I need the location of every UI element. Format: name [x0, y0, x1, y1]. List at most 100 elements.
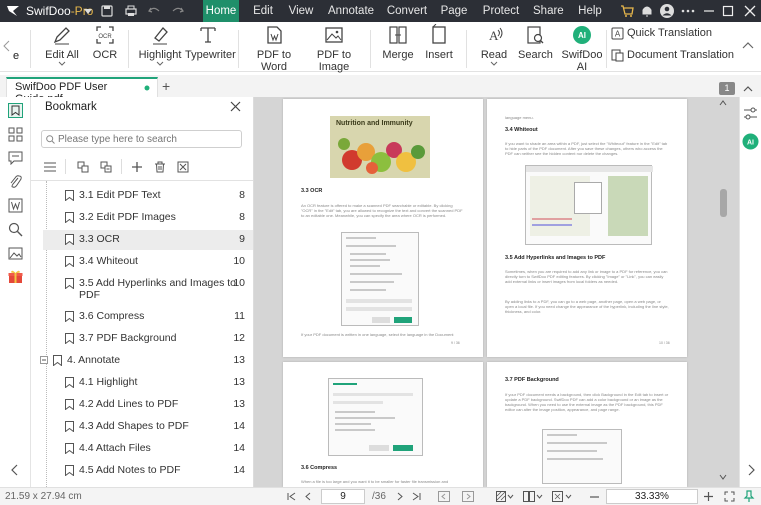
highlight-button[interactable]: Highlight	[138, 24, 182, 69]
scroll-down-icon[interactable]	[719, 474, 727, 480]
collapse-ribbon-icon[interactable]	[741, 40, 755, 50]
fullscreen-icon[interactable]	[724, 491, 735, 502]
more-options-icon[interactable]	[680, 3, 696, 19]
comments-icon[interactable]	[8, 150, 23, 165]
properties-sliders-icon[interactable]	[743, 106, 758, 121]
save-icon[interactable]	[99, 3, 115, 19]
delete-all-bookmarks-icon[interactable]	[177, 161, 189, 173]
search-icon[interactable]	[8, 222, 23, 237]
collapse-all-icon[interactable]	[100, 161, 112, 173]
bookmark-item[interactable]: 3.4 Whiteout 10	[43, 252, 253, 272]
bookmark-item[interactable]: 3.3 OCR 9	[43, 230, 253, 250]
app-menu-dropdown-icon[interactable]	[80, 3, 96, 19]
redo-icon[interactable]	[170, 3, 186, 19]
menu-help[interactable]: Help	[576, 0, 604, 22]
collapse-node-icon[interactable]	[40, 356, 48, 364]
edit-all-button[interactable]: Edit All	[42, 24, 82, 69]
bookmark-item[interactable]: 3.1 Edit PDF Text 8	[43, 186, 253, 206]
swifdoo-ai-button[interactable]: AI SwifDoo AI	[558, 24, 606, 73]
bookmark-search-input[interactable]	[58, 132, 238, 146]
pin-icon[interactable]	[743, 490, 755, 503]
ocr-button[interactable]: OCR OCR	[90, 24, 120, 61]
minimize-icon[interactable]	[701, 3, 717, 19]
delete-bookmark-icon[interactable]	[154, 161, 166, 173]
account-icon[interactable]	[659, 3, 675, 19]
viewer-scrollbar[interactable]	[716, 97, 730, 487]
zoom-in-icon[interactable]	[704, 492, 713, 501]
quick-translation-label: Quick Translation	[627, 27, 712, 39]
first-page-icon[interactable]	[287, 492, 296, 501]
bookmark-panel-icon[interactable]	[8, 103, 23, 118]
bookmark-item[interactable]: 3.2 Edit PDF Images 8	[43, 208, 253, 228]
maximize-icon[interactable]	[720, 3, 736, 19]
pdf-to-word-button[interactable]: PDF to Word	[246, 24, 302, 73]
document-tab[interactable]: SwifDoo PDF User Guide.pdf	[6, 77, 158, 105]
menu-protect[interactable]: Protect	[482, 0, 520, 22]
collapse-panel-icon[interactable]	[10, 464, 20, 476]
zoom-out-icon[interactable]	[590, 496, 599, 498]
chevron-up-icon[interactable]	[742, 84, 754, 93]
menu-share[interactable]: Share	[533, 0, 564, 22]
gift-icon[interactable]	[8, 269, 23, 284]
bookmark-item[interactable]: 3.6 Compress 11	[43, 307, 253, 327]
bookmark-item[interactable]: 4.3 Add Shapes to PDF 14	[43, 417, 253, 437]
ribbon-divider	[370, 30, 371, 68]
expand-right-panel-icon[interactable]	[746, 464, 756, 476]
previous-view-icon[interactable]	[438, 491, 450, 502]
bookmark-item[interactable]: 4.1 Highlight 13	[43, 373, 253, 393]
ai-assistant-icon[interactable]: AI	[742, 133, 759, 150]
bookmark-scrollbar[interactable]	[244, 181, 252, 481]
merge-button[interactable]: Merge	[382, 24, 414, 61]
new-tab-button[interactable]: +	[162, 78, 170, 94]
typewriter-button[interactable]: Typewriter	[185, 24, 236, 61]
current-page-input[interactable]	[321, 489, 365, 504]
bookmark-item[interactable]: 4.5 Add Notes to PDF 14	[43, 461, 253, 481]
notification-bell-icon[interactable]	[639, 3, 655, 19]
menu-home[interactable]: Home	[203, 0, 239, 22]
page-display-mode-icon[interactable]	[496, 491, 514, 502]
menu-view[interactable]: View	[286, 0, 316, 22]
bookmark-item[interactable]: 4.2 Add Lines to PDF 13	[43, 395, 253, 415]
ribbon-divider	[466, 30, 467, 68]
thumbnails-icon[interactable]	[8, 127, 23, 142]
ocr-dialog-screenshot	[341, 232, 419, 326]
last-page-icon[interactable]	[412, 492, 421, 501]
ribbon-scroll-left-icon[interactable]	[3, 40, 11, 52]
read-button[interactable]: A Read	[480, 24, 508, 69]
insert-button[interactable]: Insert	[424, 24, 454, 61]
bookmark-item[interactable]: 4.4 Attach Files 14	[43, 439, 253, 459]
previous-page-icon[interactable]	[304, 492, 313, 501]
attachments-icon[interactable]	[8, 174, 23, 189]
close-window-icon[interactable]	[742, 3, 758, 19]
cart-icon[interactable]	[619, 3, 635, 19]
image-extract-icon[interactable]	[8, 246, 23, 261]
add-bookmark-icon[interactable]	[131, 161, 143, 173]
fit-page-icon[interactable]	[552, 491, 572, 502]
close-panel-icon[interactable]	[230, 101, 241, 112]
bookmark-icon	[65, 399, 74, 410]
menu-page[interactable]: Page	[440, 0, 468, 22]
bookmark-menu-icon[interactable]	[44, 162, 56, 172]
document-viewer[interactable]: Nutrition and Immunity 3.3 OCR An OCR fe…	[254, 97, 739, 487]
scrollbar-thumb[interactable]	[720, 189, 727, 217]
next-view-icon[interactable]	[462, 491, 474, 502]
next-page-icon[interactable]	[395, 492, 404, 501]
search-button[interactable]: Search	[518, 24, 553, 61]
page-paragraph: When a file is too large and you want it…	[301, 479, 449, 484]
bookmark-icon	[65, 190, 74, 201]
undo-icon[interactable]	[146, 3, 162, 19]
word-count-icon[interactable]	[8, 198, 23, 213]
menu-annotate[interactable]: Annotate	[328, 0, 374, 22]
print-icon[interactable]	[123, 3, 139, 19]
bookmark-item[interactable]: 3.7 PDF Background 12	[43, 329, 253, 349]
menu-convert[interactable]: Convert	[386, 0, 428, 22]
bookmark-item[interactable]: 4. Annotate 13	[40, 351, 253, 371]
menu-edit[interactable]: Edit	[248, 0, 278, 22]
bookmark-search[interactable]	[41, 130, 242, 148]
zoom-level-field[interactable]: 33.33%	[606, 489, 698, 504]
bookmark-item[interactable]: 3.5 Add Hyperlinks and Images to PDF 10	[43, 274, 253, 306]
expand-all-icon[interactable]	[77, 161, 89, 173]
two-page-view-icon[interactable]	[523, 491, 543, 502]
scroll-up-icon[interactable]	[719, 100, 727, 106]
pdf-to-image-button[interactable]: PDF to Image	[305, 24, 363, 73]
